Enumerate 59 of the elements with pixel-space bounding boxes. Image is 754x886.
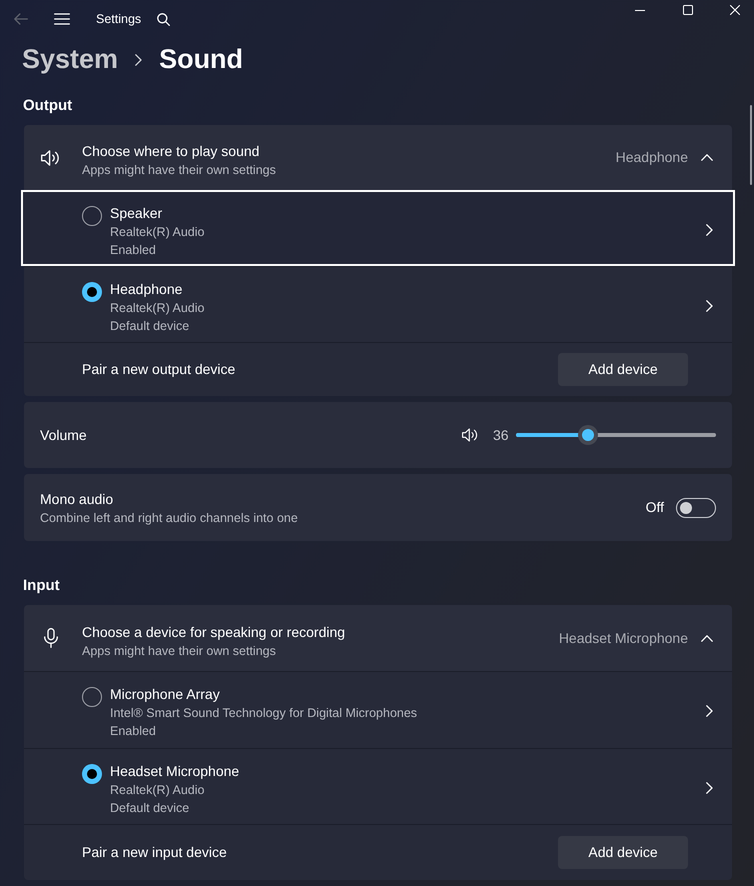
device-option[interactable]: Microphone Array Intel® Smart Sound Technology for Digital Microphones Enabled xyxy=(24,671,732,748)
volume-label: Volume xyxy=(40,426,87,444)
chevron-right-icon xyxy=(706,300,713,312)
section-heading: Input xyxy=(23,576,61,596)
setting-description: Combine left and right audio channels into one xyxy=(40,510,298,526)
slider-thumb[interactable] xyxy=(578,425,598,445)
device-name: Speaker xyxy=(110,204,164,223)
back-arrow-icon[interactable] xyxy=(14,13,28,25)
device-detail: Enabled xyxy=(110,723,157,740)
device-detail: Default device xyxy=(110,318,190,335)
device-detail: Intel® Smart Sound Technology for Digital Microphones xyxy=(110,705,418,722)
chevron-right-icon xyxy=(706,782,713,794)
device-option[interactable]: Headset Microphone Realtek(R) Audio Default device xyxy=(24,748,732,824)
chevron-right-icon xyxy=(706,224,713,236)
breadcrumb-chevron-icon xyxy=(135,54,142,66)
pair-device-label: Pair a new input device xyxy=(82,843,227,862)
search-icon[interactable] xyxy=(157,12,170,26)
setting-title: Mono audio xyxy=(40,490,114,508)
expander-title: Choose where to play sound xyxy=(82,142,260,161)
expander-subtitle: Apps might have their own settings xyxy=(82,162,276,179)
page-title: Sound xyxy=(159,43,244,76)
device-name: Headphone xyxy=(110,280,184,299)
device-option[interactable]: Speaker Realtek(R) Audio Enabled xyxy=(21,190,735,266)
radio-button[interactable] xyxy=(82,282,102,302)
radio-button[interactable] xyxy=(82,687,102,707)
chevron-right-icon xyxy=(706,705,713,717)
add-device-button[interactable]: Add device xyxy=(558,836,688,869)
toggle-state-label: Off xyxy=(646,498,664,517)
device-detail: Enabled xyxy=(110,242,157,259)
menu-icon[interactable] xyxy=(54,13,70,25)
breadcrumb-link[interactable]: System xyxy=(22,42,118,76)
volume-reading: 36 xyxy=(493,426,510,444)
device-option[interactable]: Headphone Realtek(R) Audio Default device xyxy=(24,266,732,342)
microphone-icon xyxy=(44,628,58,648)
scrollbar[interactable] xyxy=(750,105,752,185)
device-detail: Realtek(R) Audio xyxy=(110,782,206,799)
radio-button[interactable] xyxy=(82,206,102,226)
maximize-icon[interactable] xyxy=(683,5,693,15)
selected-device-value: Headset Microphone xyxy=(558,628,688,648)
radio-button[interactable] xyxy=(82,764,102,784)
section-heading: Output xyxy=(23,96,74,116)
selected-device-value: Headphone xyxy=(616,148,688,167)
device-name: Headset Microphone xyxy=(110,762,240,781)
speaker-icon xyxy=(41,150,61,166)
volume-slider[interactable] xyxy=(516,425,716,445)
expander-header[interactable]: Choose a device for speaking or recording Apps might have their own settings Headset Microphone xyxy=(24,605,732,671)
device-name: Microphone Array xyxy=(110,685,221,704)
close-icon[interactable] xyxy=(730,5,740,15)
window-title: Settings xyxy=(96,10,142,28)
speaker-icon[interactable] xyxy=(462,428,479,442)
device-detail: Realtek(R) Audio xyxy=(110,300,204,317)
toggle-switch[interactable] xyxy=(676,498,716,518)
expander-subtitle: Apps might have their own settings xyxy=(82,642,277,660)
expander-header[interactable]: Choose where to play sound Apps might have their own settings Headphone xyxy=(24,125,732,190)
device-detail: Realtek(R) Audio xyxy=(110,224,204,241)
add-device-button[interactable]: Add device xyxy=(558,353,688,386)
device-detail: Default device xyxy=(110,800,190,817)
expander-title: Choose a device for speaking or recording xyxy=(82,622,346,642)
pair-device-label: Pair a new output device xyxy=(82,360,236,379)
